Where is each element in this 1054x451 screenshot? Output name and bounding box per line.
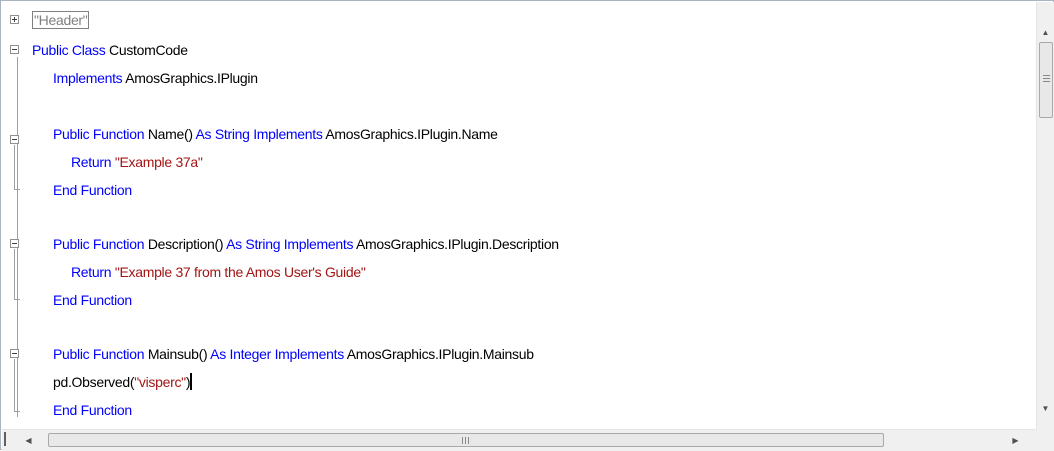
outline-guide-line xyxy=(14,359,15,411)
code-line-function-mainsub: Public Function Mainsub() As Integer Imp… xyxy=(53,344,534,364)
code-line-end-function: End Function xyxy=(53,400,132,420)
code-token: Description() xyxy=(147,236,227,252)
grip-line xyxy=(1043,81,1050,82)
code-line-end-function: End Function xyxy=(53,290,132,310)
expand-header-icon[interactable] xyxy=(10,15,19,24)
outline-guide-line xyxy=(14,145,15,189)
outline-guide-line xyxy=(14,249,15,299)
keyword-token: End Function xyxy=(53,402,132,418)
scrollbar-corner xyxy=(1036,429,1054,451)
code-token: AmosGraphics.IPlugin.Description xyxy=(355,236,559,252)
code-line-implements: Implements AmosGraphics.IPlugin xyxy=(53,68,258,88)
keyword-token: As String Implements xyxy=(195,126,326,142)
code-token: CustomCode xyxy=(109,42,188,58)
outline-end-tick xyxy=(14,299,20,300)
string-token: "Example 37 from the Amos User's Guide" xyxy=(114,264,366,280)
outline-guide-line xyxy=(17,57,18,417)
outline-end-tick xyxy=(14,411,20,412)
grip-line xyxy=(1043,78,1050,79)
scroll-down-button[interactable]: ▼ xyxy=(1037,400,1054,417)
scroll-right-button[interactable]: ▶ xyxy=(1007,432,1024,449)
scroll-left-button[interactable]: ◀ xyxy=(20,432,37,449)
chevron-right-icon: ▶ xyxy=(1012,436,1019,445)
keyword-token: Public Function xyxy=(53,236,148,252)
keyword-token: End Function xyxy=(53,182,132,198)
chevron-up-icon: ▲ xyxy=(1041,28,1050,37)
code-token: AmosGraphics.IPlugin.Mainsub xyxy=(346,346,534,362)
code-line-observed-call: pd.Observed("visperc") xyxy=(53,372,193,392)
chevron-left-icon: ◀ xyxy=(25,436,32,445)
code-token: AmosGraphics.IPlugin.Name xyxy=(325,126,498,142)
horizontal-scrollbar[interactable]: ◀ ▶ xyxy=(2,429,1036,451)
keyword-token: Return xyxy=(71,154,115,170)
collapse-function-mainsub-icon[interactable] xyxy=(10,349,19,358)
grip-line xyxy=(468,437,469,444)
horizontal-scroll-thumb[interactable] xyxy=(48,433,884,447)
code-line-function-name: Public Function Name() As String Impleme… xyxy=(53,124,498,144)
keyword-token: Public Function xyxy=(53,346,148,362)
grip-line xyxy=(465,437,466,444)
code-line-return-description: Return "Example 37 from the Amos User's … xyxy=(71,262,366,282)
keyword-token: End Function xyxy=(53,292,132,308)
chevron-down-icon: ▼ xyxy=(1041,404,1050,413)
keyword-token: Return xyxy=(71,264,115,280)
text-caret xyxy=(190,373,193,390)
code-editor[interactable]: "Header" Public Class CustomCode Impleme… xyxy=(0,0,1054,451)
grip-line xyxy=(1043,75,1050,76)
code-line-header: "Header" xyxy=(32,10,90,30)
code-line-return-name: Return "Example 37a" xyxy=(71,152,203,172)
collapsed-region-label[interactable]: "Header" xyxy=(32,11,90,29)
string-token: "Example 37a" xyxy=(114,154,203,170)
keyword-token: Public Class xyxy=(32,42,110,58)
scroll-up-button[interactable]: ▲ xyxy=(1037,24,1054,41)
string-token: "visperc" xyxy=(134,374,186,390)
collapse-function-description-icon[interactable] xyxy=(10,239,19,248)
code-line-end-function: End Function xyxy=(53,180,132,200)
collapse-class-icon[interactable] xyxy=(10,45,19,54)
splitter-handle[interactable] xyxy=(4,432,6,446)
code-line-function-description: Public Function Description() As String … xyxy=(53,234,559,254)
code-token: AmosGraphics.IPlugin xyxy=(125,70,258,86)
code-token: pd.Observed( xyxy=(53,374,135,390)
keyword-token: Public Function xyxy=(53,126,148,142)
outline-end-tick xyxy=(14,189,20,190)
keyword-token: As String Implements xyxy=(226,236,356,252)
keyword-token: Implements xyxy=(53,70,126,86)
grip-line xyxy=(462,437,463,444)
code-token: Mainsub() xyxy=(147,346,211,362)
vertical-scroll-thumb[interactable] xyxy=(1039,42,1053,118)
keyword-token: As Integer Implements xyxy=(210,346,347,362)
code-line-class-declaration: Public Class CustomCode xyxy=(32,40,188,60)
collapse-function-name-icon[interactable] xyxy=(10,135,19,144)
code-token: Name() xyxy=(147,126,196,142)
vertical-scrollbar[interactable]: ▲ ▼ xyxy=(1036,2,1054,429)
